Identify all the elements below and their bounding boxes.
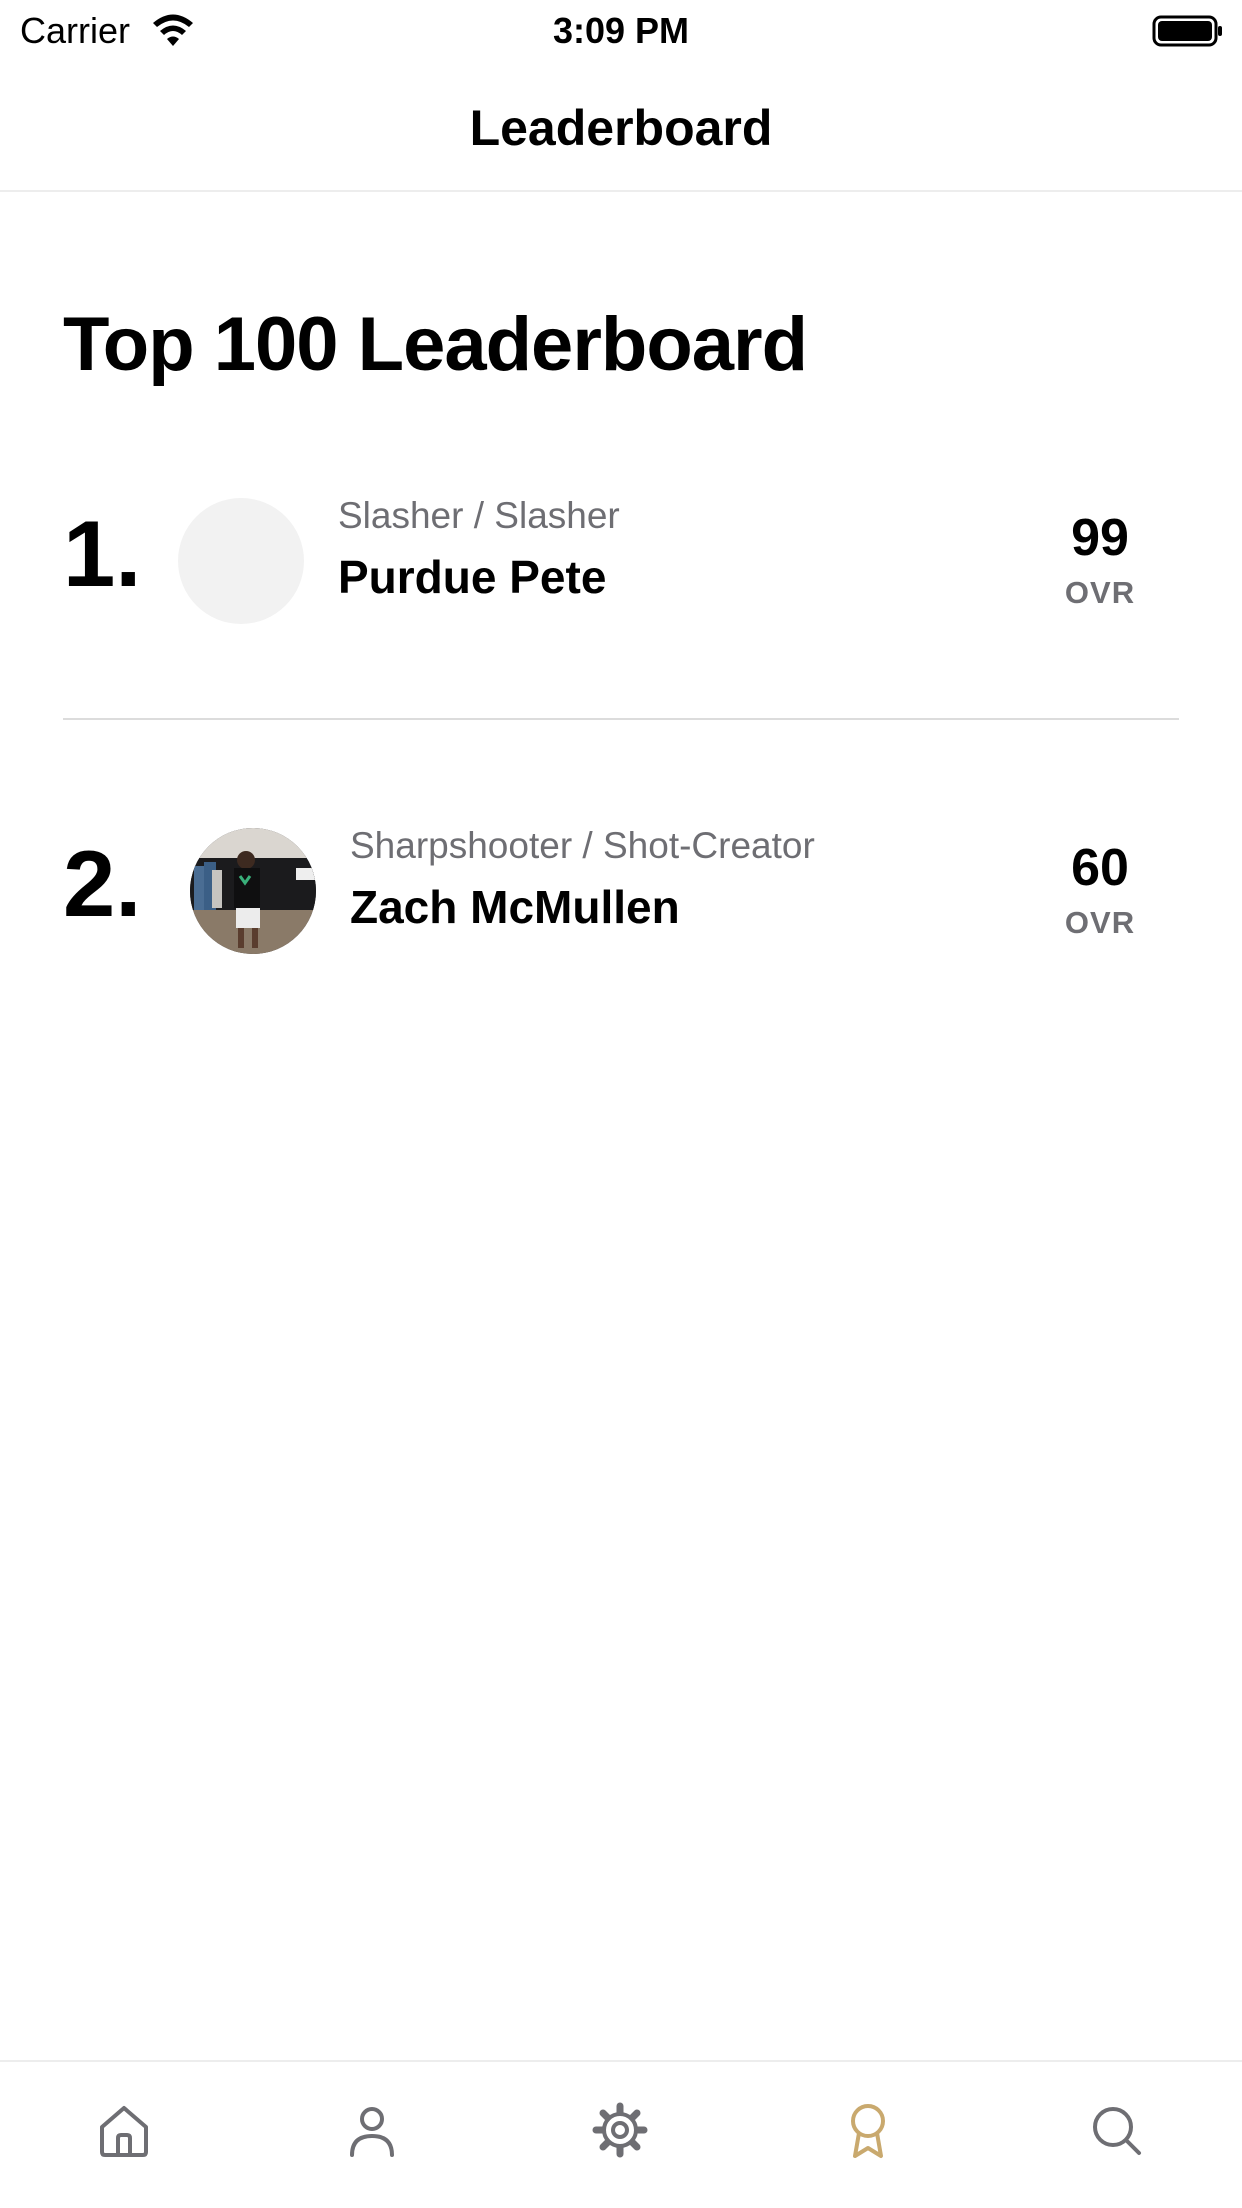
- ovr-label: OVR: [1064, 905, 1136, 940]
- tab-home[interactable]: [94, 2100, 154, 2160]
- row-divider: [63, 718, 1179, 720]
- tab-bar: [0, 2060, 1242, 2208]
- rank-label: 1.: [63, 501, 142, 606]
- tab-profile[interactable]: [342, 2100, 402, 2160]
- leaderboard-row[interactable]: 2. Sharpshooter / Shot-Creator Zach McMu…: [0, 816, 1242, 956]
- tab-settings[interactable]: [590, 2100, 650, 2160]
- status-time: 3:09 PM: [552, 10, 690, 51]
- page-heading: Top 100 Leaderboard: [63, 302, 808, 387]
- tab-search[interactable]: [1086, 2100, 1146, 2160]
- battery-icon: [1152, 15, 1222, 47]
- person-icon: [350, 2107, 394, 2157]
- ovr-label: OVR: [1064, 575, 1136, 610]
- leaderboard-row[interactable]: 1. Slasher / Slasher Purdue Pete 99 OVR: [0, 486, 1242, 626]
- avatar: [190, 828, 316, 954]
- gear-icon: [592, 2102, 648, 2158]
- avatar: [178, 498, 304, 624]
- tab-leaderboard[interactable]: [838, 2100, 898, 2160]
- award-icon: [851, 2104, 885, 2158]
- player-archetype: Sharpshooter / Shot-Creator: [350, 825, 815, 866]
- ovr-value: 60: [1071, 839, 1129, 897]
- nav-title: Leaderboard: [469, 100, 773, 156]
- player-name: Zach McMullen: [350, 881, 680, 933]
- rank-label: 2.: [63, 831, 142, 936]
- ovr-value: 99: [1071, 509, 1129, 567]
- home-icon: [100, 2106, 148, 2157]
- search-icon: [1093, 2107, 1141, 2155]
- player-archetype: Slasher / Slasher: [338, 495, 620, 536]
- player-name: Purdue Pete: [338, 551, 607, 603]
- player-photo: [190, 828, 316, 954]
- nav-bar: Leaderboard: [0, 62, 1242, 192]
- status-bar: Carrier 3:09 PM: [0, 0, 1242, 62]
